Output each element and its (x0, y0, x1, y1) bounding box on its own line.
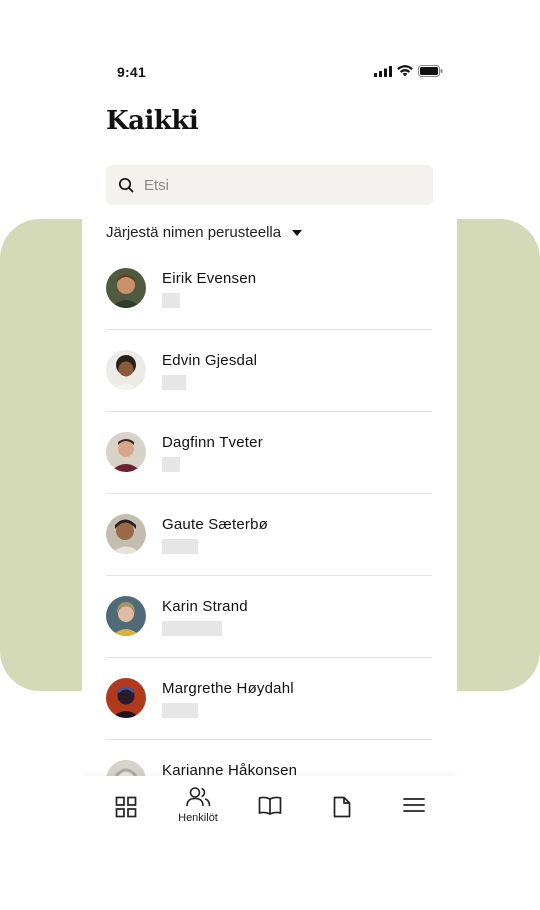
wifi-icon (397, 65, 413, 77)
grid-icon (115, 796, 137, 818)
status-bar: 9:41 (82, 60, 457, 84)
search-input[interactable] (144, 176, 404, 194)
caret-down-icon (292, 229, 303, 236)
sort-dropdown[interactable]: Järjestä nimen perusteella (106, 224, 303, 241)
person-name: Eirik Evensen (162, 270, 257, 287)
battery-icon (418, 65, 443, 77)
list-item[interactable]: Eirik Evensen (106, 248, 432, 330)
tab-book[interactable] (240, 776, 300, 840)
person-name: Gaute Sæterbø (162, 516, 268, 533)
avatar (106, 596, 146, 636)
tab-dashboard[interactable] (96, 776, 156, 840)
list-item[interactable]: Margrethe Høydahl (106, 658, 432, 740)
status-icons (374, 65, 443, 77)
person-name: Edvin Gjesdal (162, 352, 258, 369)
tab-henkilot[interactable]: Henkilöt (168, 776, 228, 840)
people-icon (186, 787, 211, 807)
avatar (106, 432, 146, 472)
avatar (106, 350, 146, 390)
placeholder-tag (162, 457, 180, 472)
avatar (106, 268, 146, 308)
status-time: 9:41 (117, 64, 146, 80)
avatar (106, 678, 146, 718)
person-name: Karin Strand (162, 598, 248, 615)
search-bar[interactable] (106, 165, 433, 205)
tab-menu[interactable] (384, 776, 444, 840)
list-item[interactable]: Gaute Sæterbø (106, 494, 432, 576)
list-item[interactable]: Karin Strand (106, 576, 432, 658)
tab-label: Henkilöt (178, 812, 218, 824)
phone-screen: 9:41 Kaikki Etsi Järjestä nimen perustee… (82, 0, 457, 910)
menu-icon (403, 798, 425, 812)
placeholder-tag (162, 293, 180, 308)
book-icon (258, 796, 282, 815)
placeholder-tag (162, 703, 198, 718)
placeholder-tag (162, 621, 222, 636)
people-list: Eirik Evensen Edvin Gjesdal Dagfinn Tvet… (106, 248, 432, 822)
placeholder-tag (162, 375, 186, 390)
sort-label: Järjestä nimen perusteella (106, 224, 282, 241)
tab-documents[interactable] (312, 776, 372, 840)
signal-icon (374, 65, 392, 77)
list-item[interactable]: Edvin Gjesdal (106, 330, 432, 412)
list-item[interactable]: Dagfinn Tveter (106, 412, 432, 494)
search-icon (118, 177, 134, 193)
document-icon (333, 796, 351, 818)
placeholder-tag (162, 539, 198, 554)
avatar (106, 514, 146, 554)
person-name: Margrethe Høydahl (162, 680, 294, 697)
person-name: Dagfinn Tveter (162, 434, 263, 451)
page-title: Kaikki (106, 106, 199, 136)
bottom-tab-bar: Henkilöt (82, 776, 457, 840)
